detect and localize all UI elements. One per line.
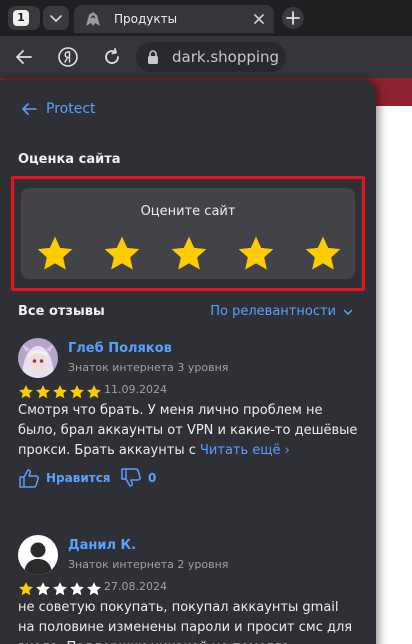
yandex-icon[interactable] <box>56 45 80 69</box>
review-body: не советую покупать, покупал аккаунты gm… <box>18 600 353 644</box>
rate-star-3-icon[interactable] <box>169 234 209 274</box>
rate-star-5-icon[interactable] <box>303 234 343 274</box>
back-arrow-icon <box>22 103 37 115</box>
browser-toolbar: dark.shopping <box>0 36 412 78</box>
page-content-edge <box>376 106 412 644</box>
chevron-down-icon <box>343 309 353 315</box>
like-label: Нравится <box>46 471 111 485</box>
back-to-protect-link[interactable]: Protect <box>20 99 96 119</box>
review-star-icon <box>19 582 33 596</box>
thumbs-down-icon <box>121 468 141 487</box>
like-button[interactable]: Нравится <box>18 468 111 488</box>
chevron-down-icon <box>50 15 62 22</box>
rating-stars <box>35 234 341 274</box>
active-tab[interactable]: Продукты <box>74 5 274 33</box>
rating-highlight-frame: Оцените сайт <box>11 176 365 291</box>
review-star-icon <box>36 385 50 399</box>
read-more-label: Читать ещё <box>200 443 281 458</box>
tabs-dropdown-button[interactable] <box>43 6 69 30</box>
back-arrow-icon[interactable] <box>12 45 36 69</box>
avatar[interactable] <box>18 535 58 575</box>
review-star-icon <box>70 385 84 399</box>
rating-card: Оцените сайт <box>21 188 355 279</box>
protect-panel: Protect Оценка сайта Оцените сайт Все от… <box>0 80 376 644</box>
review-star-icon <box>53 582 67 596</box>
review-text: не советую покупать, покупал аккаунты gm… <box>18 598 358 644</box>
review-body: Смотря что брать. У меня лично проблем н… <box>18 403 358 458</box>
rating-prompt: Оцените сайт <box>140 204 236 219</box>
thumbs-up-icon <box>19 469 39 488</box>
address-bar[interactable]: dark.shopping <box>136 42 286 72</box>
back-label: Protect <box>46 101 96 117</box>
review-date: 11.09.2024 <box>104 383 167 396</box>
review-star-icon <box>36 582 50 596</box>
rating-section-title: Оценка сайта <box>18 152 121 167</box>
review-star-icon <box>87 582 101 596</box>
tab-counter-button[interactable]: 1 <box>8 6 40 30</box>
avatar[interactable] <box>18 338 58 378</box>
rate-star-1-icon[interactable] <box>35 234 75 274</box>
reviewer-level: Знаток интернета 3 уровня <box>68 361 229 374</box>
review-stars <box>18 581 102 596</box>
plus-icon <box>286 11 300 25</box>
reviewer-level: Знаток интернета 2 уровня <box>68 558 229 571</box>
reviewer-name[interactable]: Глеб Поляков <box>68 341 172 356</box>
site-favicon-icon <box>86 12 100 26</box>
dislike-count: 0 <box>148 471 157 485</box>
address-url: dark.shopping <box>172 48 280 66</box>
review-stars <box>18 384 102 399</box>
review-date: 27.08.2024 <box>104 580 167 593</box>
rate-star-2-icon[interactable] <box>102 234 142 274</box>
review-star-icon <box>19 385 33 399</box>
review-star-icon <box>70 582 84 596</box>
sort-dropdown[interactable]: По релевантности <box>210 304 354 319</box>
tab-title: Продукты <box>114 12 178 26</box>
review-star-icon <box>87 385 101 399</box>
user-avatar-image-icon <box>18 338 58 378</box>
tab-bar: 1 Продукты <box>0 0 412 36</box>
default-user-avatar-icon <box>18 535 58 575</box>
review-star-icon <box>53 385 67 399</box>
reviewer-name[interactable]: Данил К. <box>68 538 136 553</box>
tab-count: 1 <box>13 10 29 26</box>
sort-label: По релевантности <box>210 304 336 319</box>
dislike-button[interactable]: 0 <box>120 468 156 488</box>
close-tab-icon[interactable] <box>252 12 266 26</box>
reload-icon[interactable] <box>100 45 124 69</box>
rate-star-4-icon[interactable] <box>236 234 276 274</box>
reviews-title: Все отзывы <box>18 304 105 319</box>
lock-icon[interactable] <box>146 49 160 65</box>
read-more-link[interactable]: Читать ещё › <box>200 443 290 458</box>
review-text: Смотря что брать. У меня лично проблем н… <box>18 401 358 461</box>
new-tab-button[interactable] <box>282 7 304 29</box>
